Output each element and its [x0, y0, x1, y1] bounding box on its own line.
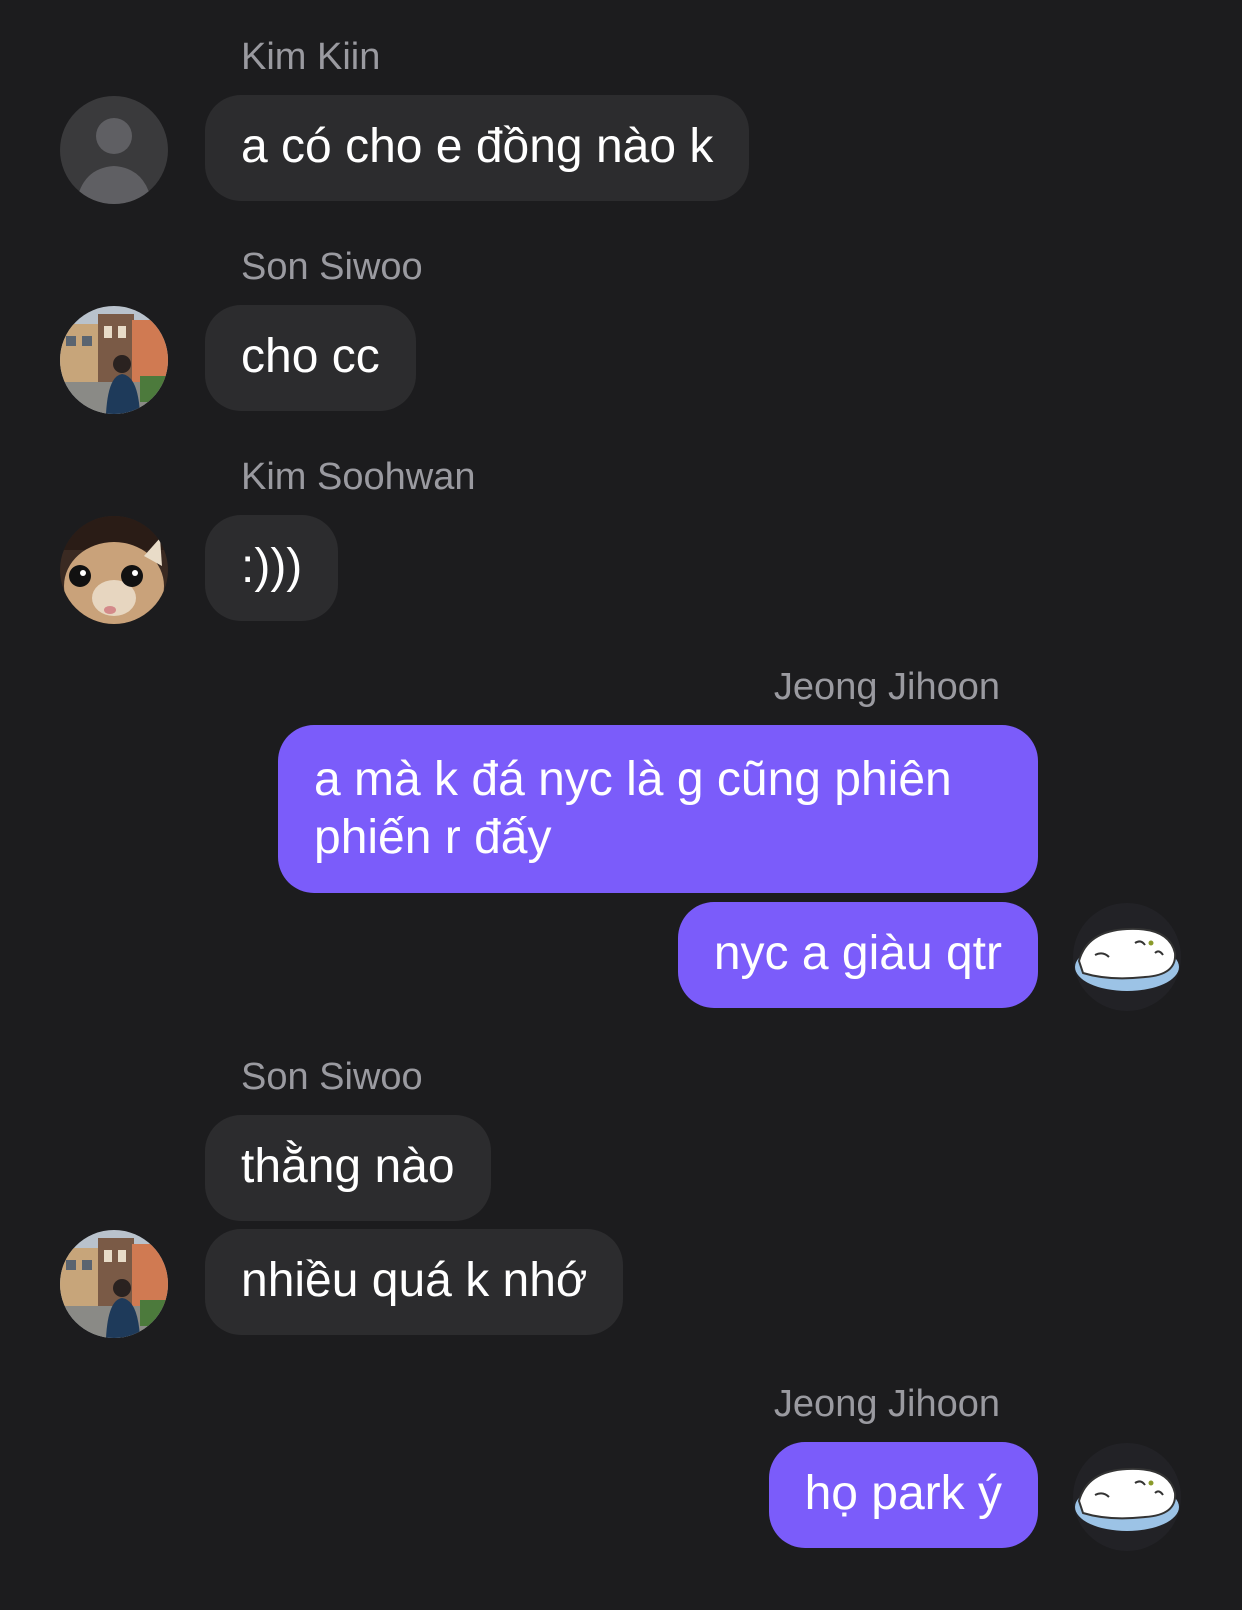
photo-avatar-cat[interactable]: [60, 516, 168, 624]
sender-name: Kim Kiin: [241, 36, 381, 78]
photo-avatar-street[interactable]: [60, 1230, 168, 1338]
sender-name: Jeong Jihoon: [773, 666, 1000, 708]
chat-thread[interactable]: Kim Kiin a có cho e đồng nào k Son Siwoo…: [0, 0, 1242, 1610]
cartoon-blob-avatar[interactable]: [1073, 1443, 1181, 1551]
sender-name: Kim Soohwan: [241, 456, 476, 498]
message-bubble[interactable]: nyc a giàu qtr: [677, 902, 1038, 1008]
photo-avatar-street[interactable]: [60, 306, 168, 414]
sender-name: Jeong Jihoon: [773, 1383, 1000, 1425]
message-bubble[interactable]: nhiều quá k nhớ: [205, 1229, 624, 1335]
message-bubble[interactable]: a mà k đá nyc là g cũng phiên phiến r đấ…: [278, 725, 1038, 893]
sender-name: Son Siwoo: [241, 246, 423, 288]
message-bubble[interactable]: thằng nào: [205, 1115, 491, 1221]
message-bubble[interactable]: :))): [205, 515, 339, 621]
message-bubble[interactable]: họ park ý: [768, 1442, 1038, 1548]
cartoon-blob-avatar[interactable]: [1073, 903, 1181, 1011]
default-person-icon[interactable]: [60, 96, 168, 204]
sender-name: Son Siwoo: [241, 1056, 423, 1098]
message-bubble[interactable]: a có cho e đồng nào k: [205, 95, 750, 201]
message-bubble[interactable]: cho cc: [205, 305, 416, 411]
